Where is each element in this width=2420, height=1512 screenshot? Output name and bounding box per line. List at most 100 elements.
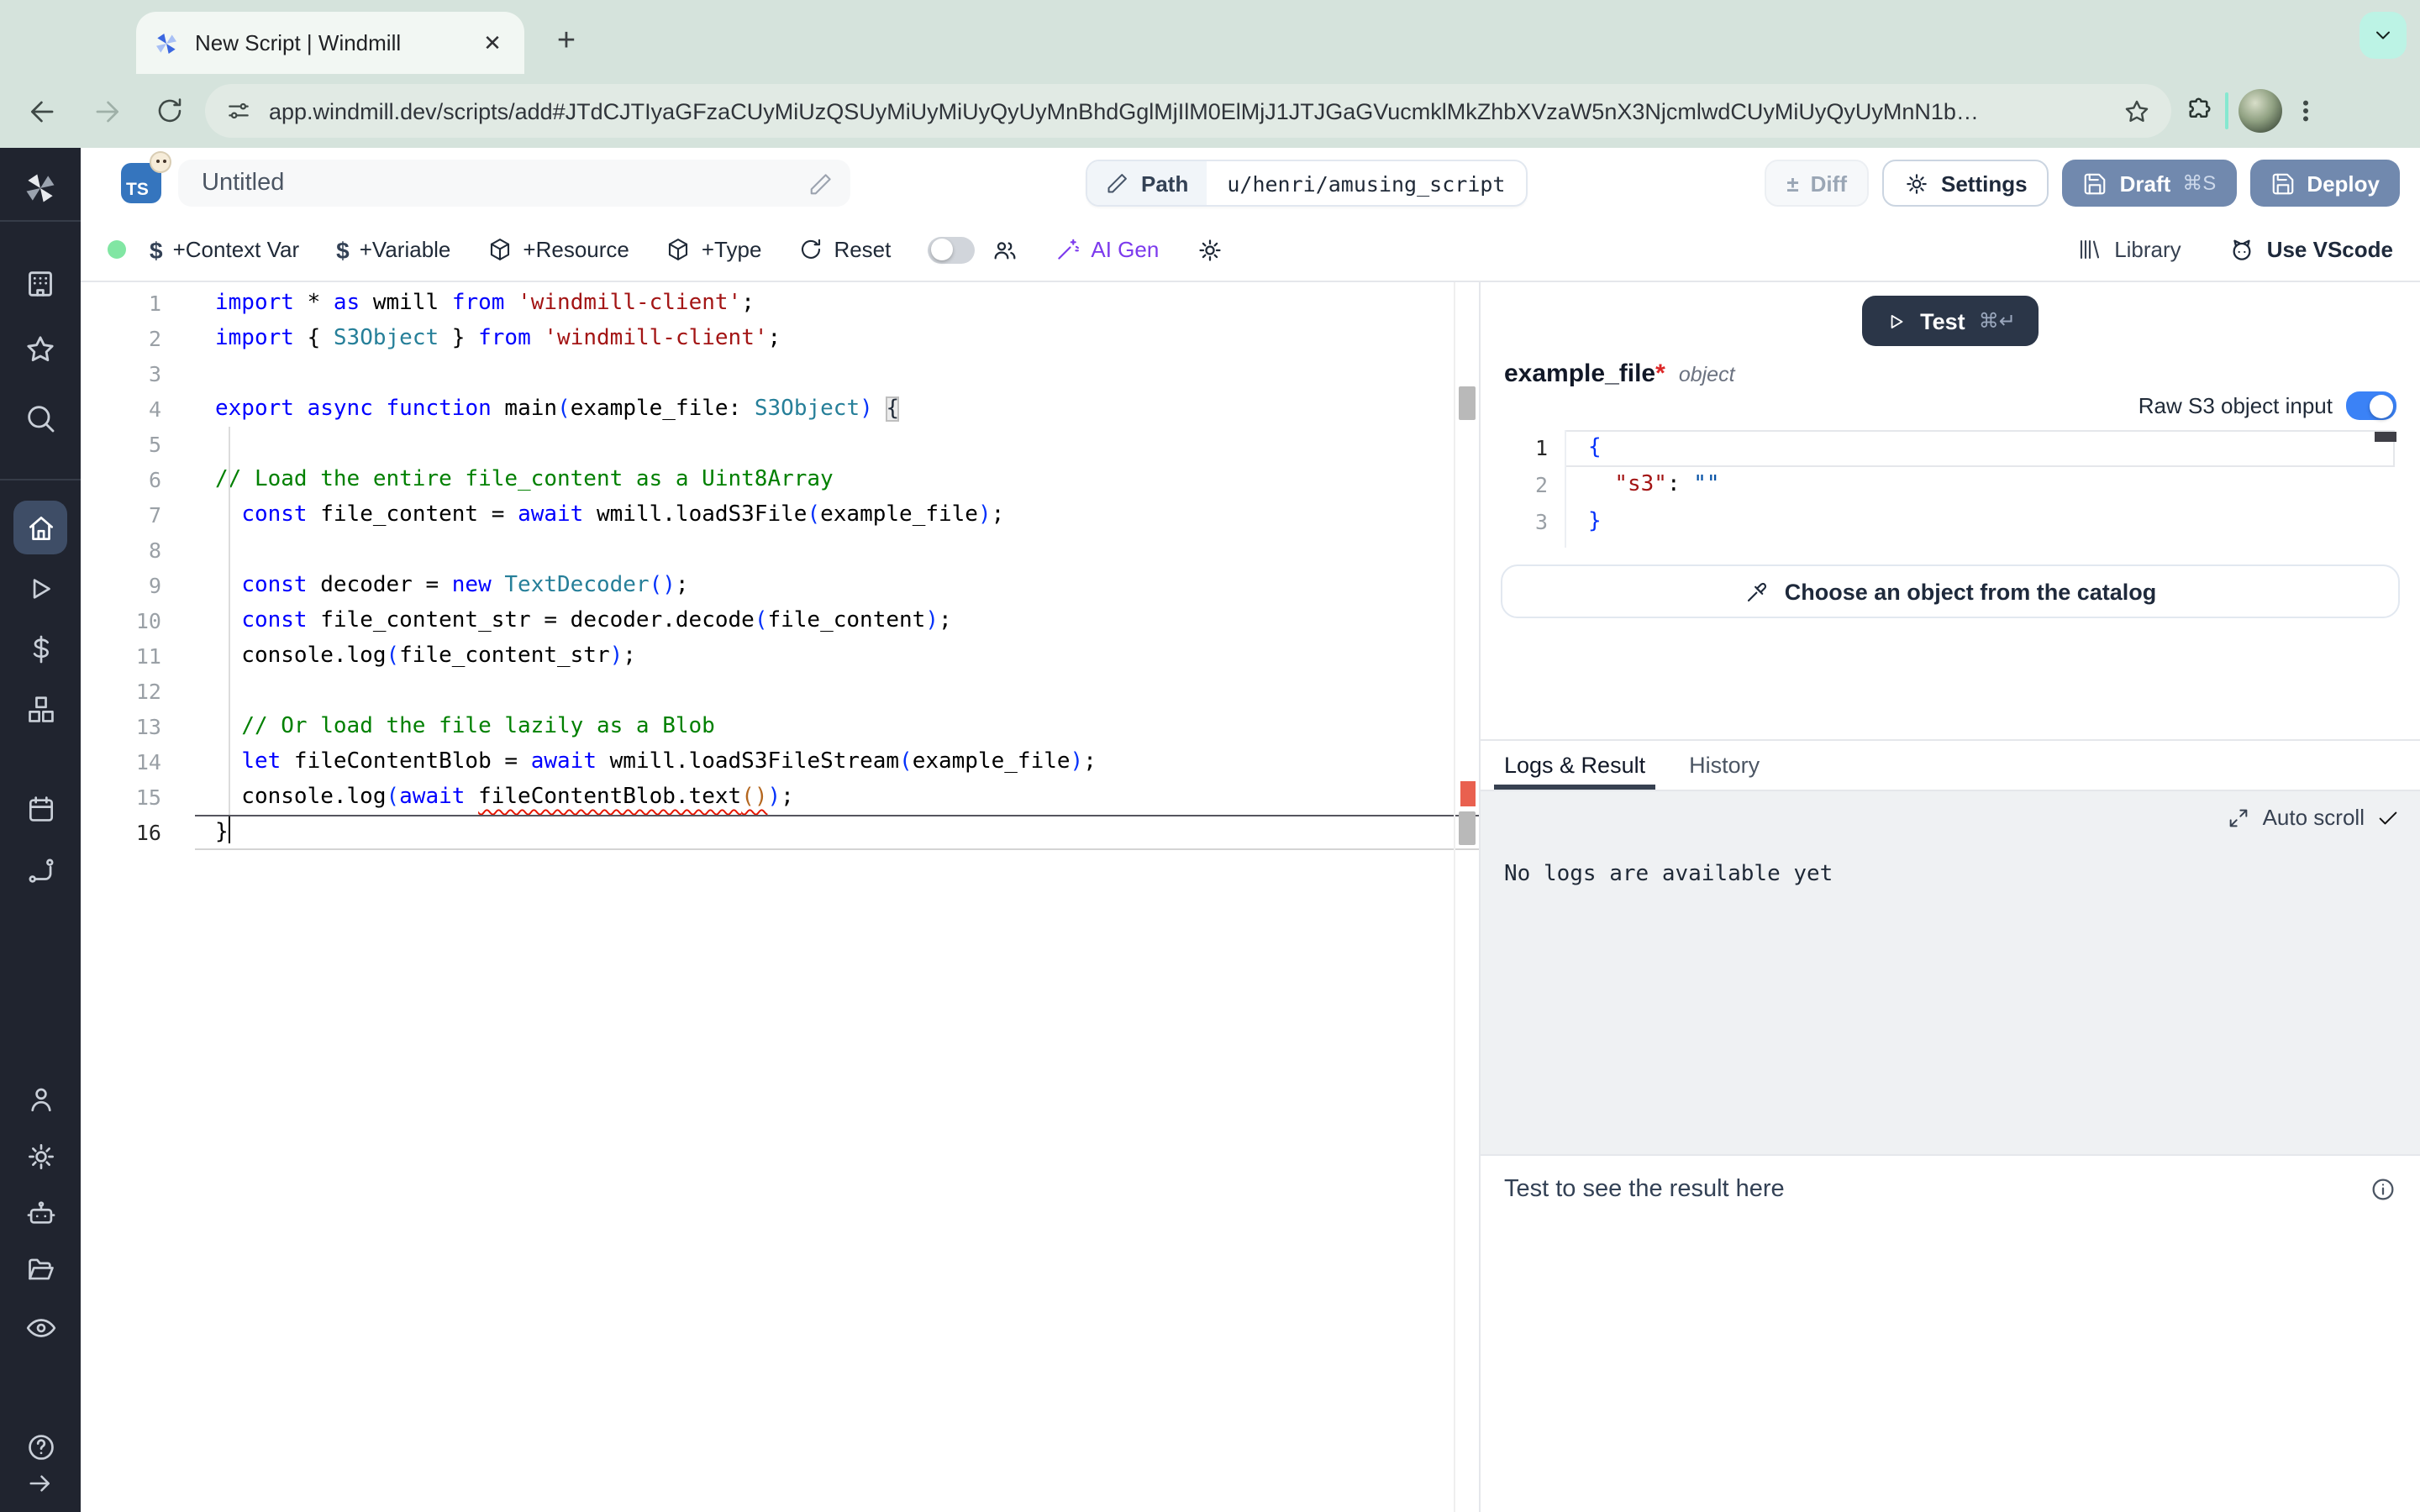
- draft-button[interactable]: Draft ⌘S: [2063, 160, 2237, 207]
- save-icon: [2270, 171, 2295, 196]
- json-scrollbar-thumb[interactable]: [2375, 432, 2396, 442]
- toolbar-divider: [2225, 92, 2228, 129]
- sidebar-item-workers[interactable]: [13, 1186, 67, 1240]
- code-line[interactable]: 2import { S3Object } from 'windmill-clie…: [81, 321, 1455, 356]
- sidebar-item-home[interactable]: [13, 501, 67, 554]
- toggle-off[interactable]: [928, 236, 975, 263]
- code-line[interactable]: 6// Load the entire file_content as a Ui…: [81, 462, 1455, 497]
- extensions-icon[interactable]: [2185, 96, 2215, 126]
- code-lines[interactable]: 1import * as wmill from 'windmill-client…: [81, 286, 1455, 850]
- code-line[interactable]: 3}: [1501, 504, 2400, 541]
- code-line[interactable]: 3: [81, 356, 1455, 391]
- code-line[interactable]: 12: [81, 674, 1455, 709]
- back-button[interactable]: [17, 86, 67, 136]
- line-content: import { S3Object } from 'windmill-clien…: [195, 321, 781, 356]
- ai-gen-button[interactable]: AI Gen: [1055, 237, 1159, 262]
- library-button[interactable]: Library: [2077, 237, 2181, 262]
- raw-s3-toggle[interactable]: [2346, 391, 2396, 420]
- new-tab-button[interactable]: +: [544, 20, 588, 64]
- kebab-menu-icon[interactable]: [2292, 97, 2319, 124]
- tab-logs-result[interactable]: Logs & Result: [1504, 753, 1645, 790]
- line-content: export async function main(example_file:…: [195, 391, 899, 427]
- diff-button[interactable]: ± Diff: [1765, 160, 1869, 207]
- code-editor[interactable]: 1import * as wmill from 'windmill-client…: [81, 282, 1479, 1512]
- address-bar[interactable]: app.windmill.dev/scripts/add#JTdCJTIyaGF…: [205, 84, 2171, 138]
- reload-button[interactable]: [145, 86, 195, 136]
- line-content: }: [1565, 504, 1602, 541]
- editor-scrollbar[interactable]: [1454, 282, 1479, 1512]
- sidebar-item-audit-logs[interactable]: [13, 1300, 67, 1354]
- code-line[interactable]: 10 const file_content_str = decoder.deco…: [81, 603, 1455, 638]
- line-number: 2: [1501, 467, 1565, 504]
- assistant-toggle[interactable]: [928, 236, 1018, 263]
- sidebar-item-search[interactable]: [13, 391, 67, 445]
- line-content: console.log(file_content_str);: [195, 638, 636, 674]
- tab-history[interactable]: History: [1689, 753, 1760, 790]
- sidebar-item-settings[interactable]: [13, 1129, 67, 1183]
- add-type-button[interactable]: +Type: [666, 237, 762, 262]
- language-badge[interactable]: TS: [121, 163, 161, 203]
- path-label: Path: [1087, 161, 1207, 205]
- tab-close-icon[interactable]: ✕: [477, 28, 508, 58]
- code-line[interactable]: 4export async function main(example_file…: [81, 391, 1455, 427]
- settings-button[interactable]: Settings: [1882, 160, 2049, 207]
- browser-toolbar: app.windmill.dev/scripts/add#JTdCJTIyaGF…: [0, 74, 2420, 148]
- add-context-var-button[interactable]: $ +Context Var: [150, 236, 299, 263]
- tab-search-button[interactable]: [2360, 12, 2407, 59]
- line-number: 15: [81, 780, 195, 815]
- editor-settings-button[interactable]: [1196, 236, 1223, 263]
- test-kbd: ⌘↵: [1979, 309, 2016, 333]
- sidebar-item-variables[interactable]: [13, 622, 67, 675]
- summary-input[interactable]: Untitled: [178, 160, 850, 207]
- code-line[interactable]: 13 // Or load the file lazily as a Blob: [81, 709, 1455, 744]
- info-icon[interactable]: [2370, 1176, 2396, 1203]
- sidebar-item-workspace[interactable]: [13, 257, 67, 311]
- path-editor[interactable]: Path u/henri/amusing_script: [1086, 160, 1528, 207]
- code-line[interactable]: 7 const file_content = await wmill.loadS…: [81, 497, 1455, 533]
- package-icon: [487, 237, 513, 262]
- use-vscode-button[interactable]: Use VScode: [2228, 236, 2393, 263]
- line-content: const file_content_str = decoder.decode(…: [195, 603, 952, 638]
- play-icon: [24, 572, 56, 604]
- bookmark-star-icon[interactable]: [2123, 97, 2151, 125]
- reset-button[interactable]: Reset: [798, 237, 891, 262]
- choose-object-button[interactable]: Choose an object from the catalog: [1501, 564, 2400, 618]
- add-variable-button[interactable]: $ +Variable: [336, 236, 450, 263]
- code-line[interactable]: 9 const decoder = new TextDecoder();: [81, 568, 1455, 603]
- code-line[interactable]: 8: [81, 533, 1455, 568]
- windmill-logo[interactable]: [13, 161, 67, 215]
- error-marker: [1460, 781, 1476, 806]
- code-line[interactable]: 1{: [1501, 430, 2400, 467]
- code-line[interactable]: 2 "s3": "": [1501, 467, 2400, 504]
- browser-tab[interactable]: New Script | Windmill ✕: [136, 12, 524, 74]
- sidebar-item-favorites[interactable]: [13, 323, 67, 376]
- autoscroll-control[interactable]: Auto scroll: [2228, 805, 2400, 830]
- code-line[interactable]: 16}: [81, 815, 1455, 850]
- sidebar-item-folders[interactable]: [13, 1242, 67, 1295]
- sidebar-expand-button[interactable]: [13, 1457, 67, 1510]
- line-number: 3: [81, 356, 195, 391]
- sidebar-item-resources[interactable]: [13, 682, 67, 736]
- scrollbar-thumb[interactable]: [1459, 386, 1476, 420]
- json-lines[interactable]: 1{2 "s3": ""3}: [1501, 430, 2400, 541]
- deploy-button[interactable]: Deploy: [2249, 160, 2400, 207]
- code-line[interactable]: 15 console.log(await fileContentBlob.tex…: [81, 780, 1455, 815]
- sidebar-item-schedules[interactable]: [13, 781, 67, 835]
- forward-button[interactable]: [81, 86, 131, 136]
- line-content: [195, 674, 215, 709]
- sidebar-item-users[interactable]: [13, 1072, 67, 1126]
- sidebar-item-routes[interactable]: [13, 843, 67, 897]
- folder-open-icon: [24, 1252, 56, 1284]
- test-button[interactable]: Test ⌘↵: [1861, 296, 2039, 346]
- expand-icon: [2228, 806, 2251, 829]
- code-line[interactable]: 11 console.log(file_content_str);: [81, 638, 1455, 674]
- sidebar-item-runs[interactable]: [13, 561, 67, 615]
- summary-value: Untitled: [202, 170, 808, 197]
- site-settings-icon[interactable]: [225, 97, 252, 124]
- profile-avatar[interactable]: [2238, 89, 2282, 133]
- code-line[interactable]: 1import * as wmill from 'windmill-client…: [81, 286, 1455, 321]
- code-line[interactable]: 5: [81, 427, 1455, 462]
- code-line[interactable]: 14 let fileContentBlob = await wmill.loa…: [81, 744, 1455, 780]
- json-input-editor[interactable]: 1{2 "s3": ""3}: [1501, 430, 2400, 548]
- add-resource-button[interactable]: +Resource: [487, 237, 629, 262]
